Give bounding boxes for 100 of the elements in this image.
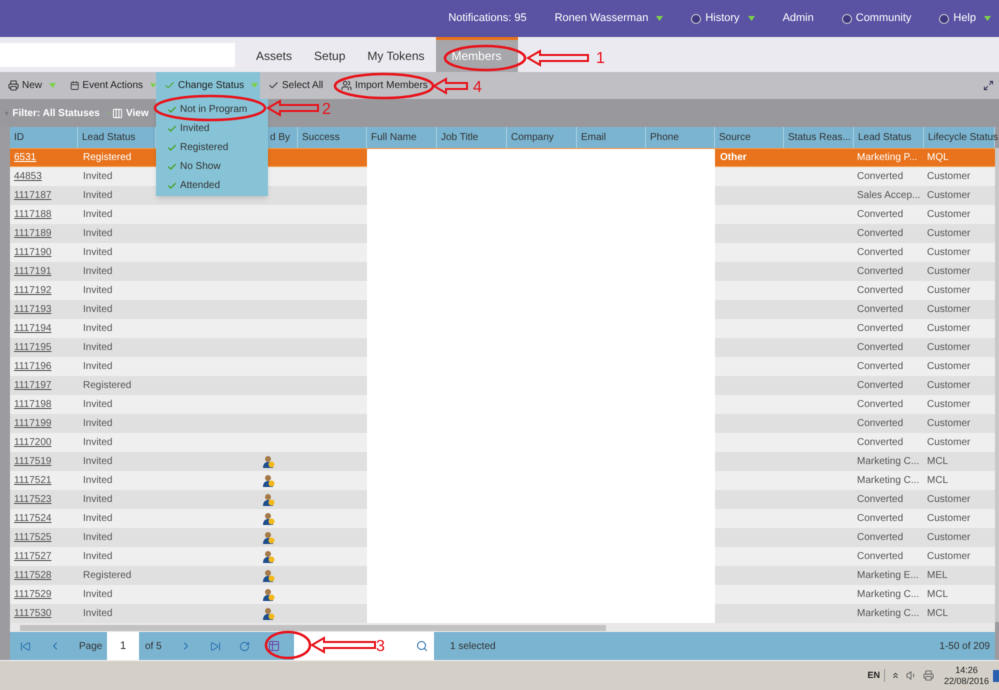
table-row[interactable]: 1117192 Invited Converted Customer bbox=[10, 281, 995, 300]
table-row[interactable]: 1117524 Invited Converted Customer bbox=[10, 509, 995, 528]
id-link[interactable]: 1117198 bbox=[14, 397, 52, 412]
tab[interactable]: Assets bbox=[245, 37, 304, 72]
id-link[interactable]: 1117528 bbox=[14, 568, 52, 583]
table-row[interactable]: 1117193 Invited Converted Customer bbox=[10, 300, 995, 319]
annotation-arrow bbox=[310, 636, 376, 654]
table-row[interactable]: 1117527 Invited Converted Customer bbox=[10, 547, 995, 566]
table-row[interactable]: 1117200 Invited Converted Customer bbox=[10, 433, 995, 452]
language-indicator[interactable]: EN bbox=[867, 668, 885, 682]
id-link[interactable]: 1117525 bbox=[14, 530, 52, 545]
id-link[interactable]: 1117190 bbox=[14, 245, 52, 260]
column-header[interactable]: Job Title bbox=[441, 130, 478, 145]
column-header[interactable]: Source bbox=[719, 130, 751, 145]
table-cell-text: MCL bbox=[927, 588, 948, 602]
id-link[interactable]: 1117521 bbox=[14, 473, 52, 488]
toolbar-button[interactable]: Event Actions bbox=[62, 72, 156, 99]
table-cell-text: Converted bbox=[857, 531, 904, 545]
maximize-icon[interactable] bbox=[983, 80, 994, 91]
table-row[interactable]: 1117530 Invited Marketing C... MCL bbox=[10, 604, 995, 623]
column-header[interactable]: Success bbox=[302, 130, 340, 145]
table-row[interactable]: 1117197 Registered Converted Customer bbox=[10, 376, 995, 395]
table-row[interactable]: 1117529 Invited Marketing C... MCL bbox=[10, 585, 995, 604]
toolbar-button[interactable]: New bbox=[0, 72, 62, 99]
column-header[interactable]: Company bbox=[511, 130, 554, 145]
menu-item[interactable]: Invited bbox=[156, 119, 268, 138]
id-link[interactable]: 1117530 bbox=[14, 606, 52, 621]
volume-icon[interactable] bbox=[906, 670, 917, 681]
tab[interactable]: Setup bbox=[303, 37, 356, 72]
first-page-icon[interactable] bbox=[20, 640, 31, 652]
toolbar-button[interactable]: Select All bbox=[260, 72, 333, 99]
id-link[interactable]: 1117200 bbox=[14, 435, 52, 450]
top-menu-item[interactable]: Notifications: 95 bbox=[448, 10, 527, 27]
table-row[interactable]: 1117191 Invited Converted Customer bbox=[10, 262, 995, 281]
id-link[interactable]: 44853 bbox=[14, 169, 42, 184]
id-link[interactable]: 1117527 bbox=[14, 549, 52, 564]
column-header[interactable]: Lead Status bbox=[858, 130, 912, 145]
clock[interactable]: 14:26 22/08/2016 bbox=[944, 664, 989, 686]
table-row[interactable]: 1117523 Invited Converted Customer bbox=[10, 490, 995, 509]
table-row[interactable]: 1117189 Invited Converted Customer bbox=[10, 224, 995, 243]
table-cell-text: Invited bbox=[83, 550, 112, 564]
table-row[interactable]: 1117198 Invited Converted Customer bbox=[10, 395, 995, 414]
table-row[interactable]: 1117190 Invited Converted Customer bbox=[10, 243, 995, 262]
check-icon bbox=[268, 80, 279, 91]
column-header[interactable]: d By bbox=[270, 130, 290, 145]
id-link[interactable]: 1117529 bbox=[14, 587, 52, 602]
table-cell-text: Converted bbox=[857, 170, 904, 184]
top-menu-item[interactable]: Ronen Wasserman bbox=[554, 10, 664, 27]
vertical-scrollbar[interactable] bbox=[995, 148, 999, 622]
id-link[interactable]: 1117197 bbox=[14, 378, 52, 393]
page-field[interactable]: 1 bbox=[107, 632, 139, 660]
id-link[interactable]: 1117191 bbox=[14, 264, 52, 279]
table-cell-text: Invited bbox=[83, 208, 112, 222]
tray-expand-icon[interactable] bbox=[890, 671, 900, 680]
table-cell-text: Invited bbox=[83, 284, 112, 298]
search-field[interactable] bbox=[294, 632, 434, 660]
id-link[interactable]: 1117523 bbox=[14, 492, 52, 507]
id-link[interactable]: 1117194 bbox=[14, 321, 52, 336]
table-row[interactable]: 1117196 Invited Converted Customer bbox=[10, 357, 995, 376]
id-link[interactable]: 1117199 bbox=[14, 416, 52, 431]
column-header[interactable]: Status Reas... bbox=[788, 130, 851, 145]
show-desktop-button[interactable] bbox=[993, 670, 999, 682]
id-link[interactable]: 1117193 bbox=[14, 302, 52, 317]
table-row[interactable]: 1117521 Invited Marketing C... MCL bbox=[10, 471, 995, 490]
id-link[interactable]: 1117524 bbox=[14, 511, 52, 526]
column-header[interactable]: Full Name bbox=[371, 130, 417, 145]
column-header[interactable]: Lifecycle Status bbox=[928, 130, 998, 145]
id-link[interactable]: 1117519 bbox=[14, 454, 52, 469]
scrollbar-thumb[interactable] bbox=[20, 624, 606, 630]
top-menu-item[interactable]: Community bbox=[842, 10, 912, 27]
column-header[interactable]: ID bbox=[14, 130, 24, 145]
search-icon[interactable] bbox=[416, 640, 428, 652]
id-link[interactable]: 1117188 bbox=[14, 207, 52, 222]
export-icon[interactable] bbox=[268, 640, 280, 652]
top-menu-item[interactable]: Help bbox=[939, 10, 991, 27]
id-link[interactable]: 1117195 bbox=[14, 340, 52, 355]
table-row[interactable]: 1117195 Invited Converted Customer bbox=[10, 338, 995, 357]
last-page-icon[interactable] bbox=[210, 640, 221, 652]
table-row[interactable]: 1117525 Invited Converted Customer bbox=[10, 528, 995, 547]
refresh-icon[interactable] bbox=[238, 640, 250, 652]
id-link[interactable]: 1117189 bbox=[14, 226, 52, 241]
menu-item[interactable]: Not in Program bbox=[156, 100, 268, 119]
toolbar-button[interactable]: Change Status bbox=[156, 72, 260, 99]
table-row[interactable]: 1117194 Invited Converted Customer bbox=[10, 319, 995, 338]
id-link[interactable]: 1117196 bbox=[14, 359, 52, 374]
table-row[interactable]: 1117199 Invited Converted Customer bbox=[10, 414, 995, 433]
table-row[interactable]: 1117519 Invited Marketing C... MCL bbox=[10, 452, 995, 471]
table-row[interactable]: 1117528 Registered Marketing E... MEL bbox=[10, 566, 995, 585]
table-cell-text: Marketing E... bbox=[857, 569, 919, 583]
id-link[interactable]: 1117187 bbox=[14, 188, 52, 203]
column-header[interactable]: Email bbox=[581, 130, 606, 145]
toolbar-button[interactable]: Import Members bbox=[333, 72, 435, 99]
top-menu-item[interactable]: Admin bbox=[782, 10, 814, 27]
column-header[interactable]: Lead Status bbox=[82, 130, 136, 145]
id-link[interactable]: 1117192 bbox=[14, 283, 52, 298]
table-row[interactable]: 1117188 Invited Converted Customer bbox=[10, 205, 995, 224]
top-menu-item[interactable]: History bbox=[691, 10, 755, 27]
column-header[interactable]: Phone bbox=[650, 130, 679, 145]
tab[interactable]: My Tokens bbox=[356, 37, 436, 72]
caret-icon bbox=[150, 83, 156, 88]
